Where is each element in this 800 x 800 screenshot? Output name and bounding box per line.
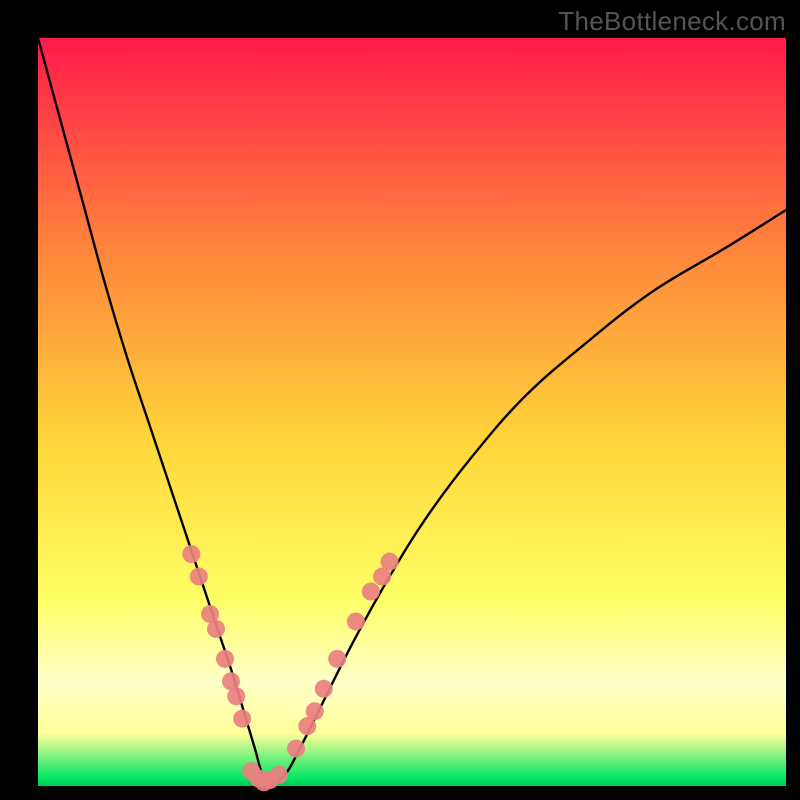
data-marker <box>315 680 333 698</box>
data-marker <box>190 568 208 586</box>
data-marker <box>227 687 245 705</box>
watermark-text: TheBottleneck.com <box>558 6 786 37</box>
data-marker <box>362 583 380 601</box>
data-marker <box>270 766 288 784</box>
data-marker <box>182 545 200 563</box>
data-marker <box>233 710 251 728</box>
data-marker <box>287 740 305 758</box>
chart-stage: TheBottleneck.com <box>0 0 800 800</box>
data-marker <box>306 702 324 720</box>
bottleneck-chart <box>0 0 800 800</box>
data-marker <box>207 620 225 638</box>
data-marker <box>347 612 365 630</box>
data-marker <box>381 553 399 571</box>
gradient-background <box>38 38 786 786</box>
data-marker <box>216 650 234 668</box>
data-marker <box>328 650 346 668</box>
